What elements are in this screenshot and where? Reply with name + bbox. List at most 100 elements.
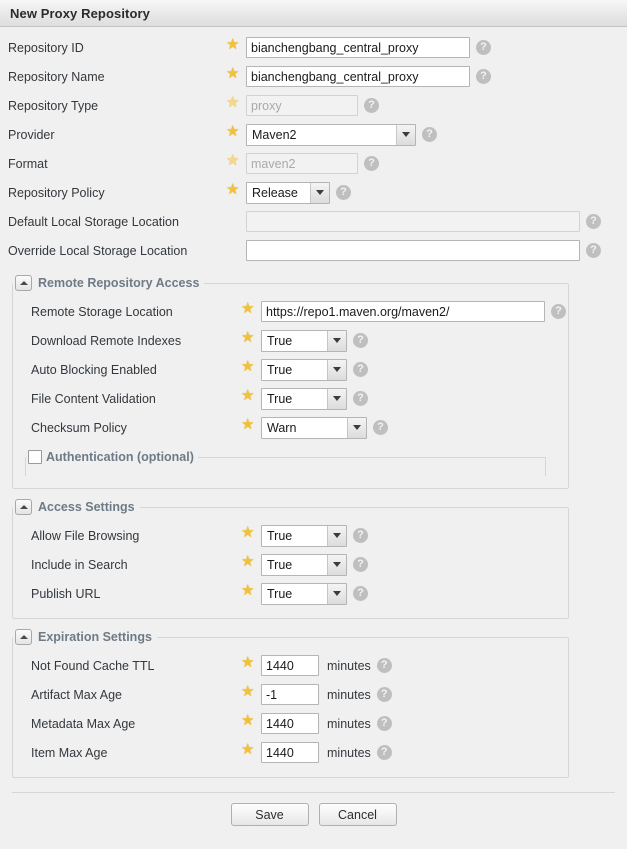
required-star-icon: ★: [241, 586, 257, 602]
select-value: True: [262, 334, 327, 348]
cancel-button[interactable]: Cancel: [319, 803, 397, 826]
chevron-down-icon[interactable]: [310, 183, 329, 203]
unit-label-minutes: minutes: [327, 746, 371, 760]
help-icon[interactable]: ?: [476, 40, 491, 55]
required-star-icon: ★: [241, 391, 257, 407]
section-authentication: Authentication (optional): [25, 450, 546, 476]
collapse-toggle-icon[interactable]: [15, 629, 32, 645]
chevron-down-icon[interactable]: [396, 125, 415, 145]
form-row-format: Format★?: [0, 149, 627, 178]
form-row-allow-file-browsing: Allow File Browsing★True?: [13, 521, 568, 550]
form-row-publish-url: Publish URL★True?: [13, 579, 568, 608]
form-row-include-in-search: Include in Search★True?: [13, 550, 568, 579]
select-publish-url[interactable]: True: [261, 583, 347, 605]
help-icon[interactable]: ?: [353, 586, 368, 601]
help-icon[interactable]: ?: [353, 362, 368, 377]
collapse-toggle-icon[interactable]: [15, 275, 32, 291]
repository-form: Repository ID★?Repository Name★?Reposito…: [0, 27, 627, 826]
help-icon[interactable]: ?: [373, 420, 388, 435]
select-provider[interactable]: Maven2: [246, 124, 416, 146]
input-repository-name[interactable]: [246, 66, 470, 87]
select-allow-file-browsing[interactable]: True: [261, 525, 347, 547]
section-legend-remote: Remote Repository Access: [13, 275, 204, 291]
field-label-download-remote-indexes: Download Remote Indexes: [21, 334, 241, 348]
collapse-toggle-icon[interactable]: [15, 499, 32, 515]
general-fields-group: Repository ID★?Repository Name★?Reposito…: [0, 33, 627, 265]
chevron-down-icon[interactable]: [327, 584, 346, 604]
form-row-checksum-policy: Checksum Policy★Warn?: [13, 413, 568, 442]
form-row-provider: Provider★Maven2?: [0, 120, 627, 149]
input-remote-storage-location[interactable]: [261, 301, 545, 322]
expiration-fields-group: Not Found Cache TTL★minutes?Artifact Max…: [13, 651, 568, 767]
save-button[interactable]: Save: [231, 803, 309, 826]
required-star-icon: ★: [226, 243, 242, 259]
select-checksum-policy[interactable]: Warn: [261, 417, 367, 439]
select-repository-policy[interactable]: Release: [246, 182, 330, 204]
select-value: True: [262, 363, 327, 377]
input-format: [246, 153, 358, 174]
required-star-icon: ★: [226, 185, 242, 201]
field-label-remote-storage-location: Remote Storage Location: [21, 305, 241, 319]
required-star-icon: ★: [241, 557, 257, 573]
select-value: True: [262, 587, 327, 601]
form-row-metadata-max-age: Metadata Max Age★minutes?: [13, 709, 568, 738]
form-actions: Save Cancel: [0, 803, 627, 826]
input-metadata-max-age[interactable]: [261, 713, 319, 734]
footer-divider: [12, 792, 615, 793]
select-file-content-validation[interactable]: True: [261, 388, 347, 410]
help-icon[interactable]: ?: [586, 243, 601, 258]
form-row-repository-id: Repository ID★?: [0, 33, 627, 62]
help-icon[interactable]: ?: [476, 69, 491, 84]
form-row-auto-blocking-enabled: Auto Blocking Enabled★True?: [13, 355, 568, 384]
help-icon[interactable]: ?: [336, 185, 351, 200]
select-auto-blocking-enabled[interactable]: True: [261, 359, 347, 381]
help-icon[interactable]: ?: [586, 214, 601, 229]
section-expiration-settings: Expiration Settings Not Found Cache TTL★…: [12, 629, 569, 778]
chevron-down-icon[interactable]: [327, 360, 346, 380]
required-star-icon: ★: [226, 40, 242, 56]
section-legend-expiration: Expiration Settings: [13, 629, 157, 645]
help-icon[interactable]: ?: [377, 716, 392, 731]
form-row-download-remote-indexes: Download Remote Indexes★True?: [13, 326, 568, 355]
input-item-max-age[interactable]: [261, 742, 319, 763]
help-icon[interactable]: ?: [353, 391, 368, 406]
input-override-local-storage-location[interactable]: [246, 240, 580, 261]
field-label-file-content-validation: File Content Validation: [21, 392, 241, 406]
form-row-override-local-storage-location: Override Local Storage Location★?: [0, 236, 627, 265]
help-icon[interactable]: ?: [551, 304, 566, 319]
help-icon[interactable]: ?: [364, 156, 379, 171]
help-icon[interactable]: ?: [377, 745, 392, 760]
required-star-icon: ★: [226, 156, 242, 172]
help-icon[interactable]: ?: [377, 687, 392, 702]
required-star-icon: ★: [226, 127, 242, 143]
chevron-down-icon[interactable]: [327, 389, 346, 409]
unit-label-minutes: minutes: [327, 659, 371, 673]
chevron-down-icon[interactable]: [327, 555, 346, 575]
required-star-icon: ★: [226, 214, 242, 230]
chevron-down-icon[interactable]: [347, 418, 366, 438]
select-value: Maven2: [247, 128, 396, 142]
chevron-down-icon[interactable]: [327, 331, 346, 351]
help-icon[interactable]: ?: [377, 658, 392, 673]
help-icon[interactable]: ?: [364, 98, 379, 113]
form-row-repository-policy: Repository Policy★Release?: [0, 178, 627, 207]
help-icon[interactable]: ?: [353, 333, 368, 348]
help-icon[interactable]: ?: [353, 557, 368, 572]
input-not-found-cache-ttl[interactable]: [261, 655, 319, 676]
help-icon[interactable]: ?: [422, 127, 437, 142]
form-row-repository-type: Repository Type★?: [0, 91, 627, 120]
unit-label-minutes: minutes: [327, 688, 371, 702]
select-include-in-search[interactable]: True: [261, 554, 347, 576]
section-title-expiration: Expiration Settings: [38, 630, 152, 644]
authentication-checkbox[interactable]: [28, 450, 42, 464]
help-icon[interactable]: ?: [353, 528, 368, 543]
form-row-remote-storage-location: Remote Storage Location★?: [13, 297, 568, 326]
form-row-artifact-max-age: Artifact Max Age★minutes?: [13, 680, 568, 709]
select-value: Warn: [262, 421, 347, 435]
input-artifact-max-age[interactable]: [261, 684, 319, 705]
select-download-remote-indexes[interactable]: True: [261, 330, 347, 352]
chevron-down-icon[interactable]: [327, 526, 346, 546]
select-value: True: [262, 529, 327, 543]
form-row-not-found-cache-ttl: Not Found Cache TTL★minutes?: [13, 651, 568, 680]
input-repository-id[interactable]: [246, 37, 470, 58]
